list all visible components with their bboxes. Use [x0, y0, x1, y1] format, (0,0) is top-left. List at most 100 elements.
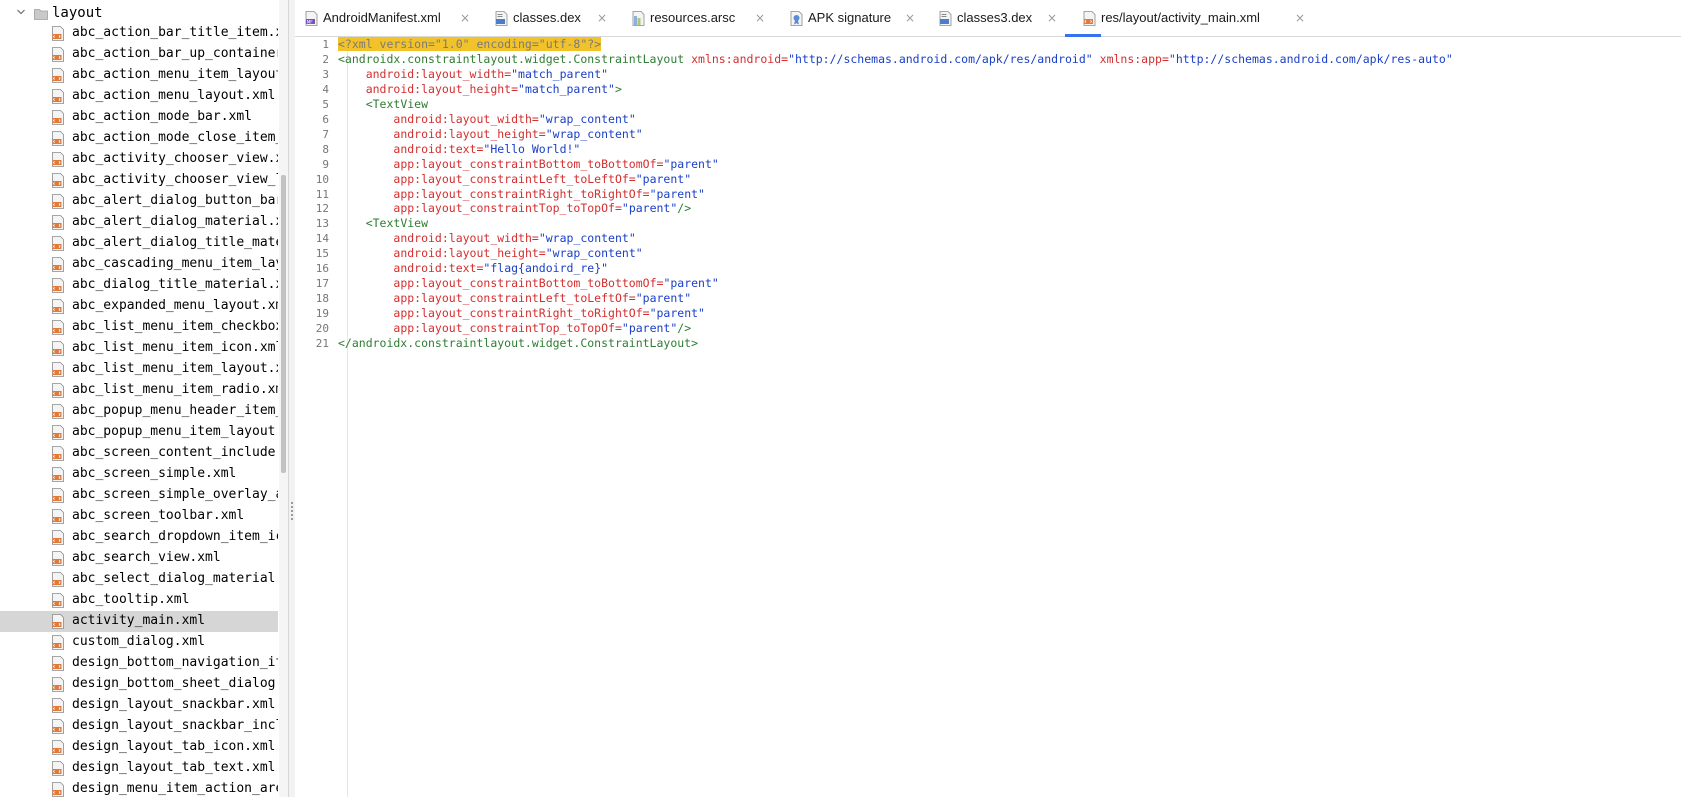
code-line[interactable]: android:layout_width="match_parent" — [338, 67, 608, 82]
tree-item[interactable]: design_bottom_sheet_dialog.xml — [0, 674, 278, 695]
tree-item[interactable]: abc_alert_dialog_material.xml — [0, 212, 278, 233]
tab-label: classes3.dex — [957, 10, 1033, 25]
close-icon[interactable]: × — [755, 11, 765, 25]
tree-item[interactable]: abc_action_menu_layout.xml — [0, 86, 278, 107]
code-token-val: "parent" — [621, 321, 678, 336]
code-line[interactable]: android:layout_width="wrap_content" — [338, 111, 635, 127]
code-line[interactable]: app:layout_constraintBottom_toBottomOf="… — [338, 276, 719, 291]
code-token-attr: android:layout_width — [365, 66, 505, 81]
code-token-attr: android:layout_height — [393, 126, 539, 141]
code-line[interactable]: android:layout_height="wrap_content" — [338, 126, 642, 142]
tree-item[interactable]: design_layout_tab_text.xml — [0, 758, 278, 779]
tree-item[interactable]: design_menu_item_action_area.xml — [0, 779, 278, 797]
close-icon[interactable]: × — [460, 11, 470, 25]
code-token-pi: <?xml version="1.0" encoding="utf-8"?> — [338, 37, 602, 51]
tree-item[interactable]: abc_action_mode_bar.xml — [0, 107, 278, 128]
xml-file-icon — [52, 173, 64, 188]
tree-item[interactable]: abc_screen_simple_overlay_action_mode.xm… — [0, 485, 278, 506]
code-token-attr: android:text — [393, 261, 477, 276]
code-token-attr: app:layout_constraintLeft_toLeftOf — [393, 291, 629, 306]
code-line[interactable]: <TextView — [338, 97, 428, 112]
chevron-down-icon[interactable] — [17, 8, 25, 16]
tree-item[interactable]: abc_search_view.xml — [0, 548, 278, 569]
code-token-punct: = — [642, 186, 650, 201]
code-token-punct: = — [531, 111, 539, 126]
tree-item[interactable]: abc_action_menu_item_layout.xml — [0, 65, 278, 86]
close-icon[interactable]: × — [597, 11, 607, 25]
tree-item[interactable]: abc_tooltip.xml — [0, 590, 278, 611]
xml-file-icon — [52, 194, 64, 209]
tree-scrollbar-thumb[interactable] — [281, 175, 286, 473]
tree-folder-layout[interactable]: layout — [0, 4, 288, 25]
tree-item[interactable]: abc_expanded_menu_layout.xml — [0, 296, 278, 317]
tree-item-label: abc_screen_simple.xml — [72, 466, 237, 481]
code-line[interactable]: android:layout_height="match_parent"> — [338, 82, 622, 97]
tree-item[interactable]: activity_main.xml — [0, 611, 278, 632]
code-line[interactable]: app:layout_constraintTop_toTopOf="parent… — [338, 321, 691, 336]
code-line[interactable]: app:layout_constraintRight_toRightOf="pa… — [338, 306, 705, 321]
code-token-val: "parent" — [663, 276, 719, 291]
tree-item[interactable]: abc_list_menu_item_layout.xml — [0, 359, 278, 380]
tree-item[interactable]: abc_action_bar_title_item.xml — [0, 23, 278, 44]
code-token-attr: app:layout_constraintLeft_toLeftOf — [393, 171, 629, 186]
tree-item[interactable]: design_bottom_navigation_item.xml — [0, 653, 278, 674]
resources-file-icon — [632, 11, 645, 26]
editor-tab-bar: MF AndroidManifest.xml × classes.dex × resour… — [295, 0, 1681, 37]
line-number: 20 — [315, 322, 329, 336]
tree-item[interactable]: abc_search_dropdown_item_icons_2line.xml — [0, 527, 278, 548]
code-token-attr: android:text — [393, 141, 477, 156]
xml-file-icon — [52, 89, 64, 104]
code-line[interactable]: android:text="flag{andoird_re}" — [338, 261, 608, 276]
tree-item[interactable]: design_layout_snackbar_include.xml — [0, 716, 278, 737]
tree-item[interactable]: abc_cascading_menu_item_layout.xml — [0, 254, 278, 275]
tree-item-label: abc_cascading_menu_item_layout.xml — [72, 256, 278, 271]
tree-item[interactable]: design_layout_snackbar.xml — [0, 695, 278, 716]
code-line[interactable]: <TextView — [338, 216, 428, 231]
tree-item[interactable]: abc_activity_chooser_view.xml — [0, 149, 278, 170]
tree-item[interactable]: abc_list_menu_item_checkbox.xml — [0, 317, 278, 338]
tree-item[interactable]: abc_alert_dialog_title_material.xml — [0, 233, 278, 254]
code-line[interactable]: app:layout_constraintTop_toTopOf="parent… — [338, 201, 691, 216]
tree-item[interactable]: abc_screen_content_include.xml — [0, 443, 278, 464]
xml-file-icon — [52, 152, 64, 167]
code-line[interactable]: app:layout_constraintBottom_toBottomOf="… — [338, 157, 718, 172]
code-line[interactable]: android:text="Hello World!" — [338, 142, 580, 157]
code-line[interactable]: android:layout_height="wrap_content" — [338, 246, 642, 261]
tree-item[interactable]: abc_list_menu_item_icon.xml — [0, 338, 278, 359]
code-line[interactable]: <?xml version="1.0" encoding="utf-8"?> — [338, 37, 602, 52]
tree-item[interactable]: custom_dialog.xml — [0, 632, 278, 653]
code-token-tag: > — [614, 81, 622, 96]
close-icon[interactable]: × — [1047, 11, 1057, 25]
tree-item[interactable]: abc_list_menu_item_radio.xml — [0, 380, 278, 401]
xml-file-icon — [52, 257, 64, 272]
close-icon[interactable]: × — [905, 11, 915, 25]
tab-label: AndroidManifest.xml — [323, 10, 441, 25]
tree-item[interactable]: abc_screen_toolbar.xml — [0, 506, 278, 527]
code-line[interactable]: app:layout_constraintRight_toRightOf="pa… — [338, 187, 705, 202]
tree-item-label: abc_action_menu_layout.xml — [72, 88, 276, 103]
xml-file-icon — [52, 782, 64, 797]
tree-item[interactable]: abc_activity_chooser_view_list_item.xml — [0, 170, 278, 191]
tree-item[interactable]: abc_popup_menu_header_item_layout.xml — [0, 401, 278, 422]
code-token-val: "parent" — [635, 171, 692, 186]
code-line[interactable]: </androidx.constraintlayout.widget.Const… — [338, 336, 698, 351]
code-line[interactable]: app:layout_constraintLeft_toLeftOf="pare… — [338, 291, 691, 306]
code-line[interactable]: <androidx.constraintlayout.widget.Constr… — [338, 52, 1453, 67]
tree-item[interactable]: abc_action_mode_close_item_material.xml — [0, 128, 278, 149]
code-line[interactable]: android:layout_width="wrap_content" — [338, 231, 635, 246]
tree-item[interactable]: abc_dialog_title_material.xml — [0, 275, 278, 296]
tree-item-label: abc_alert_dialog_title_material.xml — [72, 235, 278, 250]
tree-item[interactable]: design_layout_tab_icon.xml — [0, 737, 278, 758]
tree-item[interactable]: abc_alert_dialog_button_bar_material.xml — [0, 191, 278, 212]
code-line[interactable]: app:layout_constraintLeft_toLeftOf="pare… — [338, 172, 691, 187]
line-number: 12 — [315, 202, 329, 216]
tree-item[interactable]: abc_select_dialog_material.xml — [0, 569, 278, 590]
tree-item[interactable]: abc_screen_simple.xml — [0, 464, 278, 485]
close-icon[interactable]: × — [1295, 11, 1305, 25]
tree-item[interactable]: abc_action_bar_up_container.xml — [0, 44, 278, 65]
code-editor[interactable]: 1 2 3 4 5 6 7 8 9 10 11 12 13 14 15 16 17 18 19 20 21 <?xml … — [295, 37, 1681, 797]
xml-file-icon — [52, 425, 64, 440]
tree-item[interactable]: abc_popup_menu_item_layout.xml — [0, 422, 278, 443]
